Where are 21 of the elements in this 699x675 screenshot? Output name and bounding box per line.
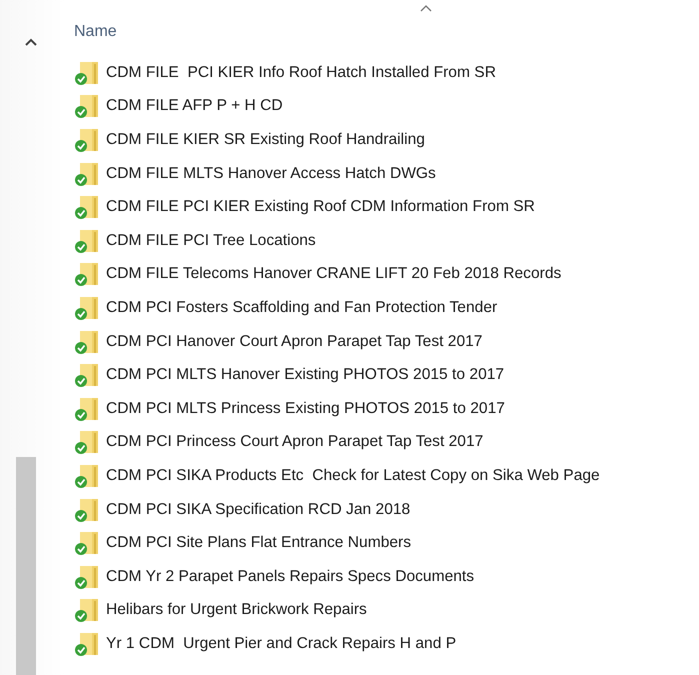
folder-name[interactable]: Helibars for Urgent Brickwork Repairs [106,601,367,620]
folder-name[interactable]: CDM FILE KIER SR Existing Roof Handrailing [106,130,425,149]
folder-name[interactable]: CDM PCI MLTS Princess Existing PHOTOS 2015 to 2017 [106,400,505,418]
folder-name[interactable]: CDM FILE PCI KIER Existing Roof CDM Information From SR [106,198,535,216]
folder-name[interactable]: CDM PCI Fosters Scaffolding and Fan Protection Tender [106,298,498,317]
folder-name[interactable]: CDM PCI Princess Court Apron Parapet Tap Test 2017 [106,433,484,452]
scroll-up-icon[interactable] [25,38,37,46]
column-header[interactable]: Name [74,23,117,41]
folder-name[interactable]: CDM PCI SIKA Products Etc Check for Latest Copy on Sika Web Page [106,466,600,485]
folder-name[interactable]: CDM PCI Site Plans Flat Entrance Numbers [106,534,412,552]
scrollbar-thumb[interactable] [16,457,36,675]
folder-name[interactable]: CDM PCI MLTS Hanover Existing PHOTOS 2015 to 2017 [106,366,504,384]
folder-name[interactable]: CDM FILE MLTS Hanover Access Hatch DWGs [106,164,436,183]
folder-name[interactable]: CDM FILE PCI KIER Info Roof Hatch Installed From SR [106,64,496,82]
folder-name[interactable]: CDM PCI Hanover Court Apron Parapet Tap Test 2017 [106,332,482,351]
folder-name[interactable]: CDM FILE Telecoms Hanover CRANE LIFT 20 Feb 2018 Records [106,265,562,284]
folder-name[interactable]: CDM Yr 2 Parapet Panels Repairs Specs Documents [106,568,474,586]
folder-name[interactable]: CDM FILE PCI Tree Locations [106,232,316,250]
folder-name[interactable]: CDM FILE AFP P + H CD [106,97,283,116]
folder-name[interactable]: CDM PCI SIKA Specification RCD Jan 2018 [106,500,410,519]
folder-name[interactable]: Yr 1 CDM Urgent Pier and Crack Repairs H and P [106,634,456,653]
